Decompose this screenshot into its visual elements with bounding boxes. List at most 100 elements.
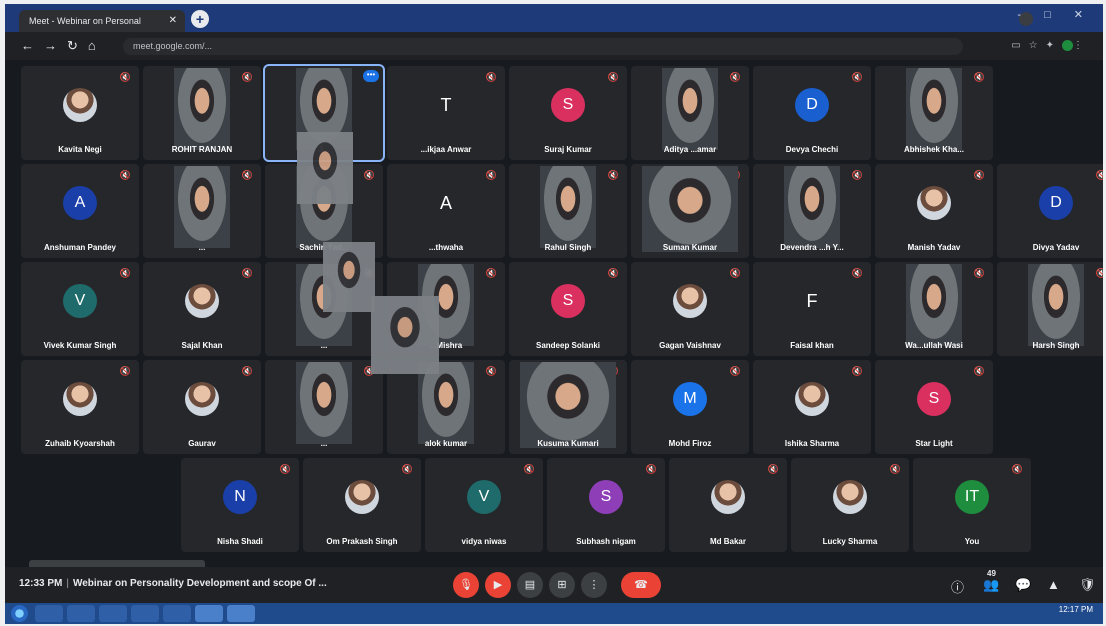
nav-buttons[interactable]: ←→↻⌂: [21, 38, 106, 54]
mic-muted-icon: 🔇: [851, 268, 863, 278]
avatar: N: [223, 480, 257, 515]
avatar: V: [467, 480, 501, 515]
participant-tile[interactable]: 🔇 Ishika Sharma: [753, 360, 871, 454]
participant-tile[interactable]: 🔇 Rahul Singh: [509, 164, 627, 258]
participant-tile[interactable]: 🔇 S Sandeep Solanki: [509, 262, 627, 356]
participant-tile[interactable]: 🔇 D Devya Chechi: [753, 66, 871, 160]
participant-name: ...thwaha: [428, 243, 464, 252]
leave-call-button[interactable]: ☎: [621, 572, 661, 598]
participant-tile[interactable]: 🔇 M Mohd Firoz: [631, 360, 749, 454]
participant-name: Nisha Shadi: [217, 537, 263, 546]
participant-tile[interactable]: 🔇 A ...thwaha: [387, 164, 505, 258]
participant-tile[interactable]: 🔇 S Suraj Kumar: [509, 66, 627, 160]
participant-tile[interactable]: 🔇 Kavita Negi: [21, 66, 139, 160]
participant-name: ...: [320, 439, 328, 448]
mic-muted-icon: 🔇: [241, 72, 253, 82]
participant-tile[interactable]: 🔇...: [143, 164, 261, 258]
participant-tile[interactable]: 🔇 Sajal Khan: [143, 262, 261, 356]
mic-muted-icon: 🔇: [973, 170, 985, 180]
participant-tile[interactable]: 🔇 Vvidya niwas: [425, 458, 543, 552]
participant-tile[interactable]: 🔇 T ...ikjaa Anwar: [387, 66, 505, 160]
participant-tile[interactable]: 🔇 N Nisha Shadi: [181, 458, 299, 552]
host-controls-icon[interactable]: 🛡: [1079, 577, 1096, 593]
participant-tile[interactable]: 🔇 IT You: [913, 458, 1031, 552]
participant-tile[interactable]: 🔇 S Subhash nigam: [547, 458, 665, 552]
mic-off-button[interactable]: 🎙: [453, 572, 479, 598]
participant-tile[interactable]: 🔇 Devendra ...h Y...: [753, 164, 871, 258]
new-tab-icon[interactable]: +: [191, 10, 209, 28]
avatar: [833, 480, 867, 515]
participant-tile[interactable]: 🔇...: [265, 360, 383, 454]
participant-tile[interactable]: 🔇 Gaurav: [143, 360, 261, 454]
floating-video-overlay: [323, 242, 375, 312]
mic-muted-icon: 🔇: [523, 464, 535, 474]
avatar: [185, 284, 219, 319]
participant-tile[interactable]: 🔇 A Anshuman Pandey: [21, 164, 139, 258]
participant-tile[interactable]: 🔇 Gagan Vaishnav: [631, 262, 749, 356]
taskbar-app-misc[interactable]: [163, 605, 191, 622]
mic-muted-icon: 🔇: [851, 170, 863, 180]
participant-tile[interactable]: 🔇 Md Bakar: [669, 458, 787, 552]
forward-icon[interactable]: →: [44, 38, 67, 53]
meeting-controls-bar: 12:33 PM | Webinar on Personality Developm…: [5, 567, 1103, 603]
star-icon[interactable]: ☆: [1029, 40, 1046, 51]
mic-muted-icon: 🔇: [729, 268, 741, 278]
taskbar-app-firefox[interactable]: [131, 605, 159, 622]
participant-tile[interactable]: 🔇 Om Prakash Singh: [303, 458, 421, 552]
participant-name: Harsh Singh: [1032, 341, 1080, 350]
browser-tab[interactable]: Meet - Webinar on Personal ✕: [19, 10, 185, 32]
participant-tile[interactable]: 🔇 ROHIT RANJAN: [143, 66, 261, 160]
participant-tile[interactable]: 🔇 F Faisal khan: [753, 262, 871, 356]
participant-tile[interactable]: 🔇 S Star Light: [875, 360, 993, 454]
captions-button[interactable]: ▤: [517, 572, 543, 598]
start-button[interactable]: [11, 605, 28, 622]
mic-muted-icon: 🔇: [973, 268, 985, 278]
camera-off-button[interactable]: ▶: [485, 572, 511, 598]
participant-tile[interactable]: 🔇 Harsh Singh: [997, 262, 1103, 356]
back-icon[interactable]: ←: [21, 38, 44, 53]
participant-name: Zuhaib Kyoarshah: [45, 439, 115, 448]
avatar: S: [917, 382, 951, 417]
participant-video: [906, 68, 962, 150]
taskbar-app-ie[interactable]: [35, 605, 63, 622]
more-options-button[interactable]: ⋮: [581, 572, 607, 598]
info-icon[interactable]: ⓘ: [951, 577, 964, 596]
participant-name: Sandeep Solanki: [535, 341, 601, 350]
participant-tile[interactable]: 🔇 V Vivek Kumar Singh: [21, 262, 139, 356]
mic-muted-icon: 🔇: [241, 170, 253, 180]
taskbar-app-chrome-2[interactable]: [227, 605, 255, 622]
cast-icon[interactable]: ▭: [1011, 40, 1028, 51]
taskbar-app-explorer[interactable]: [67, 605, 95, 622]
participant-tile[interactable]: 🔇 Manish Yadav: [875, 164, 993, 258]
present-button[interactable]: ⊞: [549, 572, 575, 598]
participant-tile[interactable]: 🔇Kusuma Kumari: [509, 360, 627, 454]
tile-options-button[interactable]: •••: [363, 70, 379, 82]
participant-tile[interactable]: 🔇 D Divya Yadav: [997, 164, 1103, 258]
mic-muted-icon: 🔇: [645, 464, 657, 474]
people-icon[interactable]: 👥: [983, 577, 999, 593]
participant-tile[interactable]: 🔇 Abhishek Kha...: [875, 66, 993, 160]
participant-video: [174, 166, 230, 248]
taskbar-app-media[interactable]: [99, 605, 127, 622]
activities-icon[interactable]: ▲: [1047, 577, 1060, 592]
avatar[interactable]: [1062, 40, 1073, 51]
taskbar-app-chrome[interactable]: [195, 605, 223, 622]
participant-tile[interactable]: 🔇Suman Kumar: [631, 164, 749, 258]
mic-muted-icon: 🔇: [119, 366, 131, 376]
participant-tile[interactable]: 🔇 alok kumar: [387, 360, 505, 454]
extension-icon[interactable]: ✦: [1046, 40, 1062, 51]
chat-icon[interactable]: 💬: [1015, 577, 1031, 593]
reload-icon[interactable]: ↻: [67, 38, 88, 53]
participant-tile[interactable]: 🔇 Lucky Sharma: [791, 458, 909, 552]
participant-tile[interactable]: 🔇 Zuhaib Kyoarshah: [21, 360, 139, 454]
participant-video: [520, 362, 616, 448]
avatar: [917, 186, 951, 221]
participant-tile[interactable]: 🔇 Wa...ullah Wasi: [875, 262, 993, 356]
close-tab-icon[interactable]: ✕: [169, 10, 177, 32]
mic-muted-icon: 🔇: [363, 170, 375, 180]
menu-icon[interactable]: ⋮: [1073, 40, 1091, 51]
url-input[interactable]: meet.google.com/...: [123, 38, 963, 55]
home-icon[interactable]: ⌂: [88, 38, 106, 53]
window-controls[interactable]: - □ ✕: [1017, 8, 1093, 21]
participant-tile[interactable]: 🔇 Aditya ...amar: [631, 66, 749, 160]
